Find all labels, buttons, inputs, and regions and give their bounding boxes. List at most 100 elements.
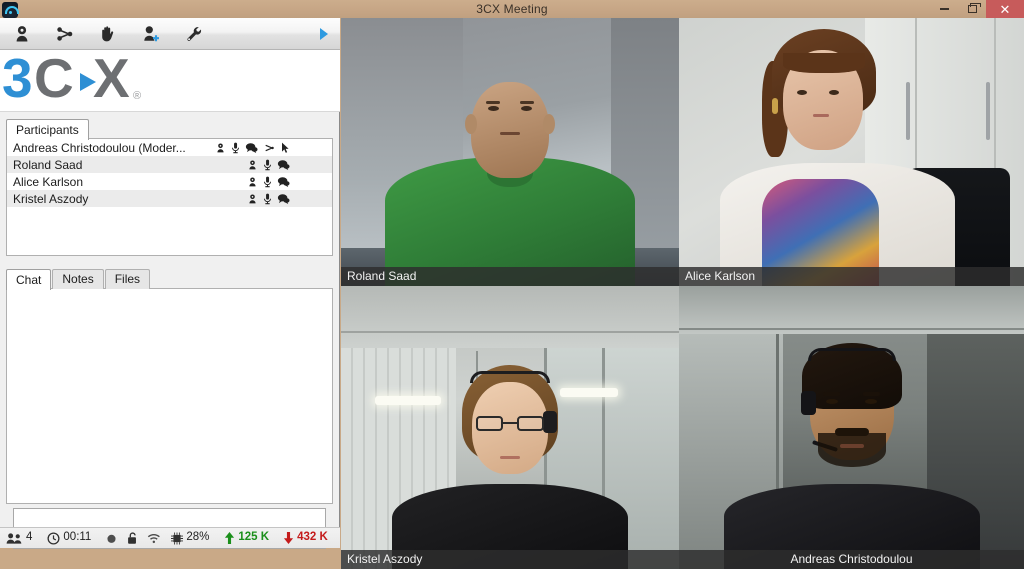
mic-icon[interactable] [263, 176, 272, 188]
toolbar-overflow-button[interactable] [314, 18, 334, 49]
svg-text:X: X [93, 53, 130, 109]
video-tile-label: Roland Saad [341, 267, 679, 286]
tab-files-label: Files [114, 272, 141, 286]
headset-earcup [543, 410, 557, 433]
cpu-icon [171, 532, 184, 544]
share-icon[interactable] [263, 142, 275, 154]
participant-name: Alice Karlson [13, 174, 84, 189]
minimize-icon [939, 8, 949, 10]
tab-notes[interactable]: Notes [52, 269, 104, 289]
person-brow-right [862, 392, 880, 397]
tab-files[interactable]: Files [104, 269, 151, 289]
meeting-window: 3CX Meeting ✕ 3 C X ® Participants Andre… [0, 0, 1024, 569]
person-brow-left [822, 392, 840, 397]
person-eye-left [825, 399, 838, 405]
participant-count-value: 4 [26, 531, 33, 544]
ceiling-grid-line [679, 328, 1024, 331]
svg-text:3: 3 [2, 53, 33, 109]
video-tile-label: Alice Karlson [679, 267, 1024, 286]
participants-tabstrip: Participants [6, 118, 333, 140]
add-user-icon [143, 25, 159, 41]
participant-row[interactable]: Alice Karlson [7, 173, 332, 190]
participant-row[interactable]: Roland Saad [7, 156, 332, 173]
participant-name: Andreas Christodoulou (Moder... [13, 140, 186, 155]
background-ceiling [679, 286, 1024, 335]
chat-message-area[interactable] [6, 288, 333, 504]
person-brow-right [520, 101, 534, 105]
window-title: 3CX Meeting [476, 2, 548, 16]
chat-icon[interactable] [277, 176, 290, 188]
tab-chat[interactable]: Chat [6, 269, 52, 290]
settings-button[interactable] [172, 18, 215, 49]
cpu-status: 28% [171, 532, 209, 545]
participant-status-icons [247, 159, 332, 171]
svg-text:®: ® [133, 90, 141, 102]
elapsed-time-value: 00:11 [63, 531, 92, 544]
invite-participant-button[interactable] [129, 18, 172, 49]
main-toolbar [0, 18, 340, 50]
mic-icon[interactable] [263, 193, 272, 205]
video-tile-andreas-christodoulou[interactable]: Andreas Christodoulou [679, 286, 1024, 569]
chat-tabstrip: Chat Notes Files [6, 268, 333, 290]
video-tile-kristel-aszody[interactable]: Kristel Aszody [341, 286, 679, 569]
cabinet-handle-1 [906, 82, 911, 141]
network-status [147, 532, 161, 545]
maximize-button[interactable] [958, 0, 986, 18]
headset-band [807, 348, 896, 362]
webcam-icon[interactable] [247, 176, 258, 188]
person-bangs [782, 52, 865, 73]
cabinet-handle-2 [985, 82, 990, 141]
participant-status-icons [215, 142, 332, 154]
presenter-webcam-button[interactable] [0, 18, 43, 49]
chat-icon[interactable] [245, 142, 258, 154]
mic-icon[interactable] [231, 142, 240, 154]
window-controls: ✕ [930, 0, 1024, 18]
participant-row-moderator[interactable]: Andreas Christodoulou (Moder... [7, 139, 332, 156]
eyeglass-lens-right [517, 416, 544, 432]
overflow-arrow-icon [320, 27, 328, 40]
person-beard [817, 433, 886, 468]
person-mouth [839, 444, 864, 449]
person-eye-right [864, 399, 877, 405]
chat-icon[interactable] [277, 193, 290, 205]
minimize-button[interactable] [930, 0, 958, 18]
tab-participants-label: Participants [16, 123, 79, 137]
clock-icon [47, 531, 60, 545]
wrench-icon [186, 26, 201, 41]
chat-icon[interactable] [277, 159, 290, 171]
raise-hand-button[interactable] [86, 18, 129, 49]
participants-list[interactable]: Andreas Christodoulou (Moder... Roland S… [6, 138, 333, 256]
video-tile-label: Kristel Aszody [341, 550, 679, 569]
video-tile-roland-saad[interactable]: Roland Saad [341, 18, 679, 286]
webcam-icon[interactable] [215, 142, 226, 154]
status-bar: 4 00:11 28% 125 K 432 K [0, 527, 340, 548]
brand-logo: 3 C X ® [0, 50, 340, 112]
wifi-icon [148, 533, 161, 543]
participant-row[interactable]: Kristel Aszody [7, 190, 332, 207]
webcam-icon[interactable] [247, 193, 258, 205]
webcam-icon [16, 25, 27, 41]
unlocked-padlock-icon [128, 532, 137, 544]
chat-section: Chat Notes Files [0, 262, 339, 554]
people-icon [6, 532, 22, 544]
eyeglass-lens-left [476, 416, 503, 432]
person-mouth [500, 455, 520, 459]
svg-text:C: C [34, 53, 74, 109]
webcam-icon[interactable] [247, 159, 258, 171]
tab-chat-label: Chat [16, 273, 42, 287]
video-tile-alice-karlson[interactable]: Alice Karlson [679, 18, 1024, 286]
download-value: 432 K [297, 531, 328, 544]
close-button[interactable]: ✕ [986, 0, 1024, 18]
record-status[interactable] [105, 532, 118, 545]
person-ear-right [543, 114, 555, 135]
lock-status[interactable] [127, 531, 138, 545]
upload-value: 125 K [238, 531, 270, 544]
tab-participants[interactable]: Participants [6, 119, 89, 140]
participant-count-status: 4 [6, 532, 32, 545]
person-brow-left [486, 101, 500, 105]
pointer-icon[interactable] [280, 142, 290, 154]
title-bar[interactable]: 3CX Meeting ✕ [0, 0, 1024, 18]
share-button[interactable] [43, 18, 86, 49]
restore-icon [967, 2, 981, 13]
mic-icon[interactable] [263, 159, 272, 171]
